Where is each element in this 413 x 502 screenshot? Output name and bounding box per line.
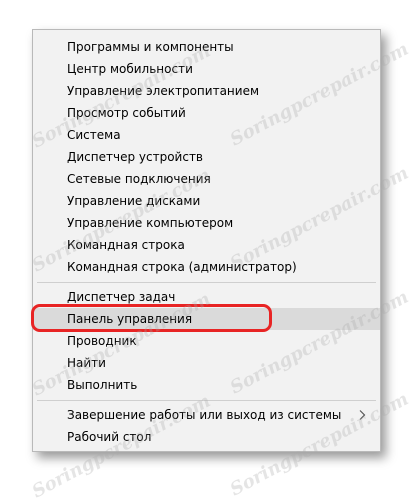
menu-item-power-options[interactable]: Управление электропитанием (33, 80, 380, 102)
menu-item-device-manager[interactable]: Диспетчер устройств (33, 146, 380, 168)
menu-item-shutdown-label: Завершение работы или выход из системы (67, 408, 342, 422)
menu-item-task-manager[interactable]: Диспетчер задач (33, 286, 380, 308)
menu-item-command-prompt[interactable]: Командная строка (33, 234, 380, 256)
context-menu: Программы и компоненты Центр мобильности… (32, 29, 381, 452)
menu-item-desktop[interactable]: Рабочий стол (33, 426, 380, 448)
menu-item-programs-features[interactable]: Программы и компоненты (33, 36, 380, 58)
menu-item-network-connections[interactable]: Сетевые подключения (33, 168, 380, 190)
menu-item-system[interactable]: Система (33, 124, 380, 146)
menu-item-event-viewer[interactable]: Просмотр событий (33, 102, 380, 124)
menu-separator (37, 400, 376, 401)
menu-item-computer-management[interactable]: Управление компьютером (33, 212, 380, 234)
menu-item-control-panel[interactable]: Панель управления (33, 308, 380, 330)
menu-separator (37, 282, 376, 283)
menu-item-run[interactable]: Выполнить (33, 374, 380, 396)
menu-item-mobility-center[interactable]: Центр мобильности (33, 58, 380, 80)
menu-item-disk-management[interactable]: Управление дисками (33, 190, 380, 212)
menu-item-search[interactable]: Найти (33, 352, 380, 374)
menu-item-command-prompt-admin[interactable]: Командная строка (администратор) (33, 256, 380, 278)
chevron-right-icon (359, 410, 366, 420)
menu-item-shutdown-signout[interactable]: Завершение работы или выход из системы (33, 404, 380, 426)
menu-item-file-explorer[interactable]: Проводник (33, 330, 380, 352)
